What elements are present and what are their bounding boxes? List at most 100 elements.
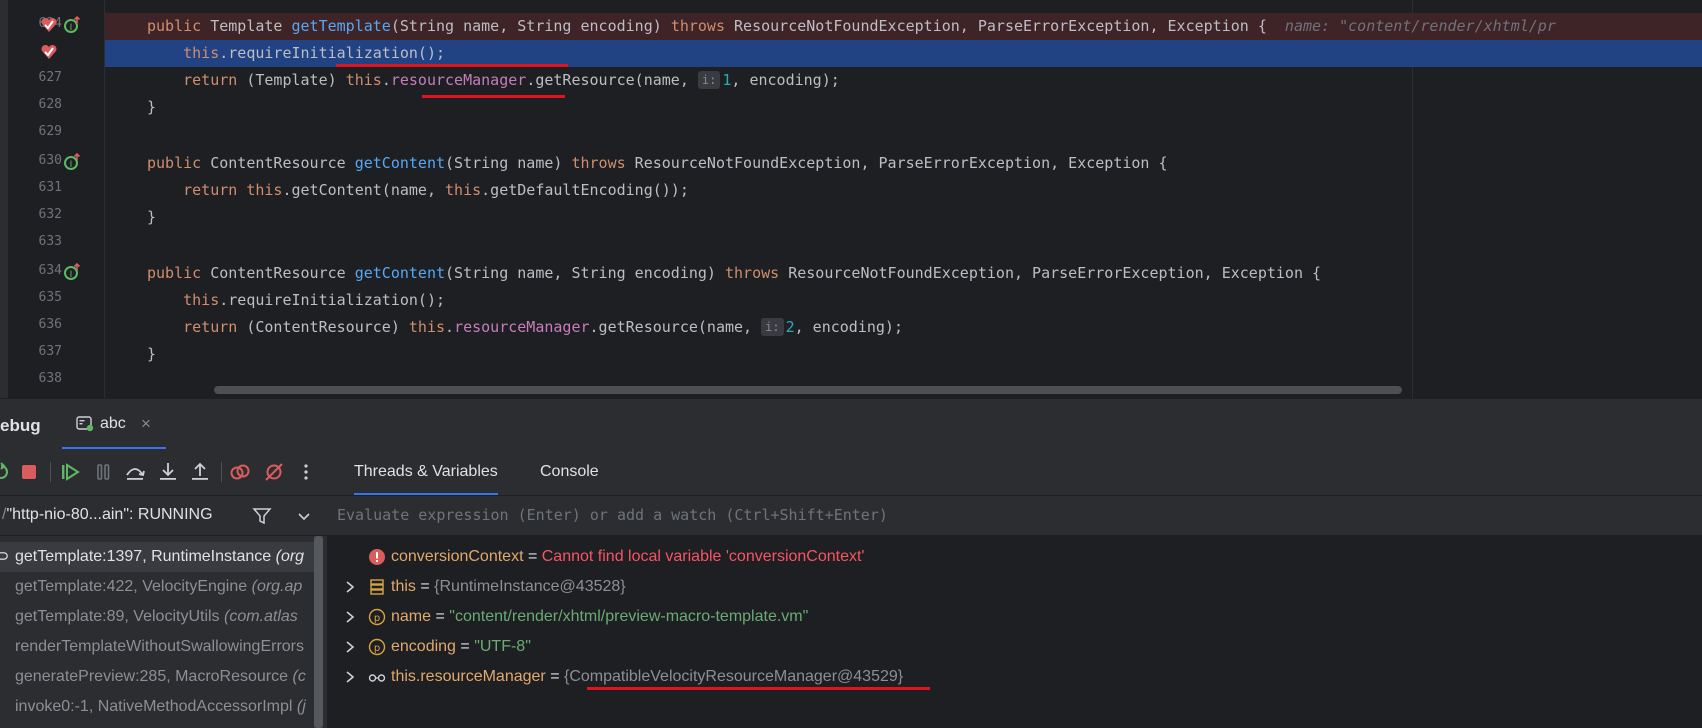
toolbar-separator [50, 462, 51, 482]
pause-icon[interactable] [92, 461, 114, 483]
step-out-icon[interactable] [189, 461, 211, 483]
code-line[interactable]: return this.getContent(name, this.getDef… [105, 177, 1702, 204]
parameter-hint: i: [697, 71, 721, 89]
tab-console[interactable]: Console [540, 463, 599, 481]
evaluate-expression-input[interactable] [337, 501, 1337, 529]
override-icon[interactable]: I [62, 262, 82, 282]
chevron-right-icon[interactable] [343, 669, 357, 685]
variable-row[interactable]: conversionContext = Cannot find local va… [328, 542, 1702, 572]
frame-item[interactable]: getTemplate:89, VelocityUtils (com.atlas [0, 602, 322, 632]
mute-breakpoints-icon[interactable] [263, 461, 285, 483]
rerun-icon[interactable] [0, 461, 12, 483]
frame-package: (com.atlas [224, 608, 298, 625]
variable-row[interactable]: p encoding = "UTF-8" [328, 632, 1702, 662]
code-token: ResourceNotFoundException, ParseErrorExc… [725, 17, 1267, 35]
frame-name: getTemplate:89, VelocityUtils [15, 608, 224, 625]
frame-item[interactable]: getTemplate:422, VelocityEngine (org.ap [0, 572, 322, 602]
code-token: (String name, String encoding) [445, 264, 725, 282]
chevron-right-icon[interactable] [343, 579, 357, 595]
gutter-line[interactable]: 627 [8, 66, 104, 93]
code-line[interactable]: } [105, 341, 1702, 368]
gutter-line[interactable]: 637 [8, 340, 104, 367]
more-options-icon[interactable] [295, 461, 317, 483]
chevron-right-icon[interactable] [343, 639, 357, 655]
debug-subtabs: Threads & Variables Console [327, 449, 1702, 496]
frame-package: (c [292, 668, 306, 685]
variable-row[interactable]: this = {RuntimeInstance@43528} [328, 572, 1702, 602]
gutter-line[interactable]: 632 [8, 203, 104, 230]
step-into-icon[interactable] [157, 461, 179, 483]
code-token: .getContent(name, [282, 181, 446, 199]
scrollbar-thumb[interactable] [314, 536, 323, 728]
gutter-line[interactable]: 631 [8, 176, 104, 203]
annotation-underline [587, 687, 930, 690]
gutter-line[interactable]: 635 [8, 286, 104, 313]
override-icon[interactable]: I [62, 152, 82, 172]
gutter-line[interactable]: 638 [8, 367, 104, 394]
line-number: 627 [38, 70, 62, 85]
tab-abc[interactable]: abc × [62, 399, 166, 450]
frame-item[interactable]: invoke0:-1, NativeMethodAccessorImpl (j [0, 692, 322, 722]
variable-row[interactable]: p name = "content/render/xhtml/preview-m… [328, 602, 1702, 632]
code-token: .requireInitialization(); [219, 291, 446, 309]
view-breakpoints-icon[interactable] [229, 461, 251, 483]
resume-icon[interactable] [59, 461, 81, 483]
gutter-line[interactable]: 633 [8, 230, 104, 257]
breakpoint-icon[interactable] [39, 15, 59, 35]
code-line[interactable]: } [105, 204, 1702, 231]
code-line[interactable]: public ContentResource getContent(String… [105, 260, 1702, 287]
gutter-line[interactable]: 634 I [8, 259, 104, 286]
variable-row[interactable]: this.resourceManager = {CompatibleVeloci… [328, 662, 1702, 692]
close-icon[interactable]: × [141, 414, 151, 434]
code-token: (Template) [237, 71, 346, 89]
code-area[interactable]: public Template getTemplate(String name,… [105, 0, 1702, 398]
gutter-line[interactable]: 630 I [8, 149, 104, 176]
override-icon[interactable]: I [62, 15, 82, 35]
code-token: .getResource(name, [526, 71, 698, 89]
variable-name: encoding [391, 638, 456, 655]
watch-glasses-icon [368, 674, 386, 682]
svg-text:I: I [70, 160, 73, 170]
chevron-right-icon[interactable] [343, 609, 357, 625]
frame-name: getTemplate:422, VelocityEngine [15, 578, 252, 595]
field-stack-icon [370, 579, 384, 595]
gutter-line[interactable]: 636 [8, 313, 104, 340]
frame-package: (org.ap [251, 578, 303, 595]
frame-item[interactable]: generatePreview:285, MacroResource (c [0, 662, 322, 692]
code-token: , encoding); [794, 318, 903, 336]
frames-list: ⊃ getTemplate:1397, RuntimeInstance (org… [0, 536, 327, 728]
gutter-line[interactable] [8, 39, 104, 66]
toolbar-separator [221, 462, 222, 482]
code-line[interactable]: return (ContentResource) this.resourceMa… [105, 314, 1702, 341]
code-token: , encoding); [731, 71, 840, 89]
gutter-line[interactable]: 628 [8, 93, 104, 120]
code-line[interactable]: public ContentResource getContent(String… [105, 150, 1702, 177]
code-line[interactable]: } [105, 94, 1702, 121]
code-token: .getResource(name, [589, 318, 762, 336]
code-line-current-execution[interactable]: this.requireInitialization(); [105, 40, 1702, 67]
frame-item-current[interactable]: ⊃ getTemplate:1397, RuntimeInstance (org [0, 542, 322, 572]
frames-scrollbar[interactable] [314, 536, 323, 728]
code-token: .requireInitialization(); [219, 44, 446, 62]
filter-icon[interactable] [252, 506, 272, 526]
code-editor[interactable]: 624 I 627 628 629 630 I 631 632 633 634 … [0, 0, 1702, 398]
frame-name: invoke0:-1, NativeMethodAccessorImpl [15, 698, 297, 715]
thread-label: /"http-nio-80...ain": RUNNING [2, 506, 213, 524]
thread-selector[interactable]: /"http-nio-80...ain": RUNNING [0, 495, 327, 536]
variable-equals: = [523, 548, 542, 565]
code-token: this [183, 44, 220, 62]
stop-icon[interactable] [18, 461, 40, 483]
code-line[interactable]: this.requireInitialization(); [105, 287, 1702, 314]
breakpoint-icon[interactable] [39, 42, 59, 62]
line-number: 634 [38, 263, 62, 278]
code-line[interactable]: return (Template) this.resourceManager.g… [105, 67, 1702, 94]
tab-threads-variables[interactable]: Threads & Variables [354, 463, 498, 496]
gutter-line[interactable]: 624 I [8, 12, 104, 39]
code-line-breakpoint[interactable]: public Template getTemplate(String name,… [105, 13, 1702, 40]
chevron-down-icon[interactable] [296, 508, 312, 524]
horizontal-scrollbar[interactable] [214, 386, 1402, 394]
step-over-icon[interactable] [124, 461, 146, 483]
code-token: throws [670, 17, 725, 35]
gutter-line[interactable]: 629 [8, 120, 104, 147]
frame-item[interactable]: renderTemplateWithoutSwallowingErrors [0, 632, 322, 662]
